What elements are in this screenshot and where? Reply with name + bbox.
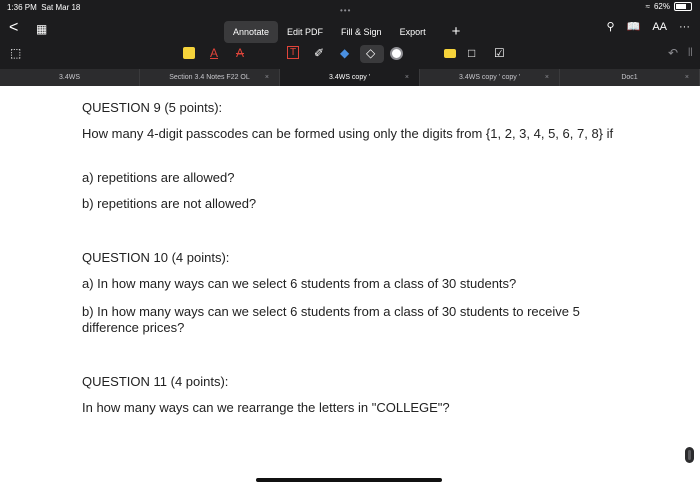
stamp-icon[interactable]: ☑	[494, 46, 505, 60]
q9-title: QUESTION 9 (5 points):	[82, 100, 223, 115]
status-right: ≈ 62%	[646, 2, 692, 11]
pause-icon[interactable]: ||	[688, 46, 693, 56]
color-picker[interactable]	[390, 47, 403, 60]
close-icon[interactable]: ×	[685, 69, 689, 86]
marker-icon[interactable]: ◆	[340, 46, 349, 60]
q10-title: QUESTION 10 (4 points):	[82, 250, 230, 265]
q9-part-a: a) repetitions are allowed?	[82, 170, 235, 185]
q9-text: How many 4-digit passcodes can be formed…	[82, 126, 614, 141]
doc-tab-2[interactable]: Section 3.4 Notes F22 OL ×	[140, 69, 280, 86]
close-icon[interactable]: ×	[265, 69, 269, 86]
q11-title: QUESTION 11 (4 points):	[82, 374, 229, 389]
strike-tool-button[interactable]: A	[236, 46, 244, 60]
status-time: 1:36 PM Sat Mar 18	[7, 3, 81, 12]
text-tool-button[interactable]: A	[210, 46, 218, 60]
edit-pdf-tab[interactable]: Edit PDF	[278, 21, 332, 43]
annotation-tools: ⬚ A A T ✐ ◆ ◇ □ ☑ ↶ ||	[0, 42, 700, 67]
note-icon[interactable]	[444, 49, 456, 58]
scroll-indicator[interactable]	[685, 447, 694, 463]
export-tab[interactable]: Export	[391, 21, 435, 43]
more-icon[interactable]: ···	[679, 21, 690, 33]
pen-icon[interactable]: ✐	[314, 46, 324, 60]
highlighter-swatch[interactable]	[183, 47, 195, 59]
shapes-icon[interactable]: □	[468, 46, 475, 60]
selection-icon[interactable]: ⬚	[10, 46, 21, 60]
document-page: QUESTION 9 (5 points): How many 4-digit …	[0, 86, 700, 487]
doc-tab-1[interactable]: 3.4WS	[0, 69, 140, 86]
q10-part-a: a) In how many ways can we select 6 stud…	[82, 276, 517, 291]
text-size-button[interactable]: AA	[652, 21, 667, 33]
annotate-tab[interactable]: Annotate	[224, 20, 279, 43]
q11-text: In how many ways can we rearrange the le…	[82, 400, 450, 415]
doc-tab-3[interactable]: 3.4WS copy ' ×	[280, 69, 420, 86]
book-icon[interactable]: 📖	[627, 20, 641, 33]
grid-view-icon[interactable]: ▦	[36, 22, 47, 36]
add-icon[interactable]: +	[443, 18, 470, 45]
battery-icon	[674, 2, 692, 11]
doc-tab-4[interactable]: 3.4WS copy ' copy ' ×	[420, 69, 560, 86]
home-indicator[interactable]	[256, 478, 442, 482]
wifi-icon: ≈	[645, 2, 650, 11]
close-icon[interactable]: ×	[405, 69, 409, 86]
q9-part-b: b) repetitions are not allowed?	[82, 196, 257, 211]
mode-menu: Annotate Edit PDF Fill & Sign Export +	[224, 18, 469, 45]
close-icon[interactable]: ×	[545, 69, 549, 86]
fill-sign-tab[interactable]: Fill & Sign	[332, 21, 391, 43]
document-tabs: 3.4WS Section 3.4 Notes F22 OL × 3.4WS co…	[0, 69, 700, 86]
text-box-icon[interactable]: T	[287, 46, 300, 59]
q10-part-b: b) In how many ways can we select 6 stud…	[82, 304, 580, 335]
battery-percent: 62%	[653, 2, 670, 11]
app-toolbar: 1:36 PM Sat Mar 18 ≈ 62% ••• < ▦ Annotat…	[0, 0, 700, 86]
doc-tab-5[interactable]: Doc1 ×	[560, 69, 700, 86]
back-button[interactable]: <	[9, 19, 18, 37]
nav-right: ⚲ 📖 AA ···	[607, 20, 690, 34]
nav-row: < ▦ Annotate Edit PDF Fill & Sign Export…	[0, 14, 700, 45]
search-icon[interactable]: ⚲	[607, 20, 615, 33]
undo-icon[interactable]: ↶	[668, 46, 678, 60]
eraser-icon: ◇	[366, 46, 376, 60]
